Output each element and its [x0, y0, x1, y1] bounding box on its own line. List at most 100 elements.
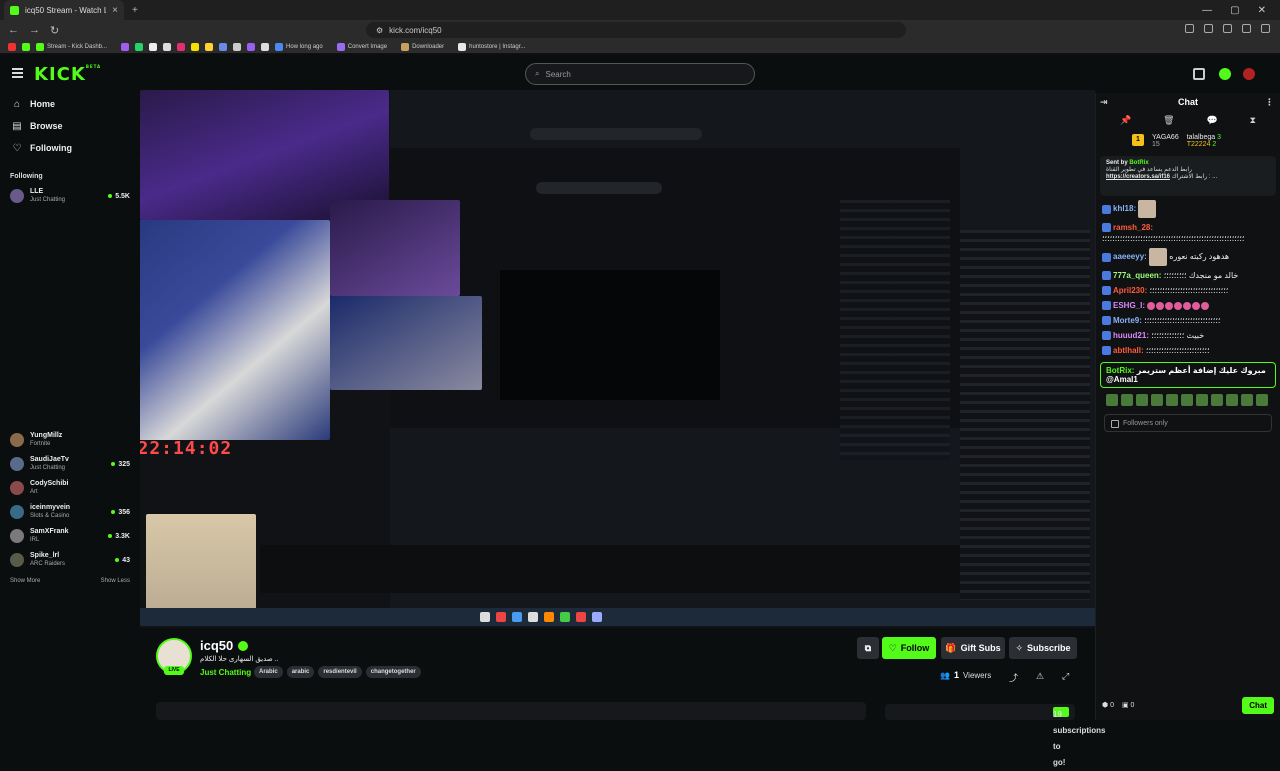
chat-message: ESHG_I: [1102, 300, 1274, 311]
kick-icon[interactable] [1219, 68, 1231, 80]
extension-icon[interactable] [1185, 24, 1194, 33]
bookmark-icon[interactable] [233, 42, 242, 51]
dashboard-icon[interactable] [1193, 68, 1205, 80]
bookmark-icon[interactable] [219, 42, 228, 51]
theater-mode-icon[interactable]: ⤢ [1062, 671, 1069, 682]
browser-tab[interactable]: icq50 Stream - Watch Live o × [4, 0, 124, 20]
chat-username[interactable]: huuud21: [1113, 331, 1149, 340]
menu-icon[interactable] [12, 68, 23, 78]
bookmark-icon[interactable] [121, 42, 130, 51]
new-tab-button[interactable]: + [132, 5, 138, 16]
chat-username[interactable]: 777a_queen: [1113, 271, 1161, 280]
channel-name[interactable]: icq50 [200, 638, 249, 653]
tag[interactable]: arabic [286, 666, 315, 678]
nav-following[interactable]: ♡ Following [0, 137, 140, 159]
bookmark-item[interactable]: How long ago [275, 42, 323, 51]
chat-username[interactable]: abtlhall: [1113, 346, 1144, 355]
points-icon[interactable]: ⬢ 0 [1102, 701, 1114, 709]
follow-button[interactable]: ♡ Follow [882, 637, 936, 659]
pinned-link[interactable]: https://creators.sa/if16 [1106, 174, 1170, 180]
following-item[interactable]: Spike_lrl ARC Raiders 43 [0, 548, 140, 572]
gift-icon[interactable]: ▣ 0 [1122, 701, 1134, 709]
popout-button[interactable]: ⧉ [857, 637, 879, 659]
chat-username[interactable]: Morte9: [1113, 316, 1142, 325]
search-input[interactable]: ⌕ Search [525, 63, 755, 85]
bookmark-icon[interactable] [247, 42, 256, 51]
chat-username[interactable]: April230: [1113, 286, 1147, 295]
maximize-button[interactable]: ▢ [1230, 5, 1239, 16]
close-window-button[interactable]: ✕ [1258, 5, 1266, 16]
leader-name[interactable]: talalbega [1187, 134, 1215, 141]
nav-home[interactable]: ⌂ Home [0, 93, 140, 115]
chat-message: aaeeeyy: هدهود ركبته نعوره [1102, 248, 1274, 266]
captured-inner-video [500, 270, 720, 400]
chat-footer: ⬢ 0 ▣ 0 Chat [1102, 696, 1274, 714]
trash-icon[interactable]: 🗑 [1163, 115, 1174, 126]
leader-count: 15 [1152, 141, 1160, 148]
badge-icon [1102, 301, 1111, 311]
tag[interactable]: resdientevil [318, 666, 362, 678]
more-icon[interactable]: ⋮ [1265, 93, 1274, 111]
kick-logo[interactable]: KICKBETA [34, 64, 101, 85]
bookmark-item[interactable]: huntostore | Instagr... [458, 42, 525, 51]
back-icon[interactable]: ← [8, 24, 19, 36]
video-player[interactable]: 52:22:14:02 [140, 90, 1095, 628]
instagram-icon[interactable] [177, 42, 186, 51]
streamer-category: IRL [30, 537, 40, 543]
stream-category[interactable]: Just Chatting [200, 668, 251, 677]
gift-subs-button[interactable]: 🎁 Gift Subs [941, 637, 1005, 659]
nav-browse[interactable]: ▤ Browse [0, 115, 140, 137]
tag[interactable]: Arabic [254, 666, 283, 678]
send-chat-button[interactable]: Chat [1242, 696, 1274, 714]
chat-username[interactable]: khl18: [1113, 204, 1136, 213]
following-item[interactable]: LLE Just Chatting 5.5K [0, 184, 140, 208]
pin-icon[interactable]: 📌 [1120, 115, 1131, 126]
bookmark-item[interactable]: Stream - Kick Dashb... [36, 42, 107, 51]
forward-icon[interactable]: → [29, 24, 40, 36]
subscribe-button[interactable]: ✧ Subscribe [1009, 637, 1077, 659]
minimize-button[interactable]: — [1202, 5, 1212, 16]
following-item[interactable]: SamXFrank IRL 3.3K [0, 524, 140, 548]
pinned-message[interactable]: Sent by BotRix رابط الدعم يساعد في تطوير… [1100, 156, 1276, 196]
url-field[interactable]: ⚙ kick.com/icq50 [366, 22, 906, 38]
following-item[interactable]: SaudiJaeTv Just Chatting 325 [0, 452, 140, 476]
close-tab-icon[interactable]: × [112, 5, 118, 16]
following-item[interactable]: CodySchibi Art [0, 476, 140, 500]
site-info-icon[interactable]: ⚙ [376, 26, 383, 35]
show-less-button[interactable]: Show Less [101, 578, 130, 584]
leader-name[interactable]: YAGA66 [1152, 134, 1179, 141]
bookmark-icon[interactable] [8, 42, 16, 51]
show-more-button[interactable]: Show More [10, 578, 40, 584]
chat-username[interactable]: ramsh_28: [1113, 223, 1153, 232]
chat-username[interactable]: aaeeeyy: [1113, 252, 1147, 261]
following-item[interactable]: iceinmyvein Slots & Casino 356 [0, 500, 140, 524]
bookmark-item[interactable]: Downloader [401, 42, 444, 51]
extension-icon[interactable] [1204, 24, 1213, 33]
tiktok-icon[interactable] [163, 42, 172, 51]
collapse-chat-icon[interactable]: ⇥ [1100, 93, 1108, 111]
badge-icon [1102, 331, 1111, 341]
subs-goal-banner: 19 subscriptions to go! [885, 704, 1105, 767]
extension-icon[interactable] [1223, 24, 1232, 33]
hourglass-icon[interactable]: ⧗ [1250, 115, 1256, 126]
report-icon[interactable]: ⚠ [1036, 671, 1044, 682]
snapchat-icon[interactable] [191, 42, 200, 51]
profile-avatar[interactable] [1243, 68, 1255, 80]
bookmark-icon[interactable] [22, 42, 30, 51]
tag[interactable]: changetogether [365, 666, 421, 678]
reload-icon[interactable]: ↻ [50, 24, 59, 37]
extension-icon[interactable] [1242, 24, 1251, 33]
bookmark-item[interactable]: Convert Image [336, 42, 387, 51]
chat-input[interactable]: Followers only [1104, 414, 1272, 432]
following-item[interactable]: YungMillz Fortnite [0, 428, 140, 452]
x-icon[interactable] [149, 42, 158, 51]
chat-username[interactable]: ESHG_I: [1113, 301, 1145, 310]
whatsapp-icon[interactable] [135, 42, 144, 51]
bookmark-icon[interactable] [205, 42, 214, 51]
streamer-category: Just Chatting [30, 465, 66, 471]
bookmark-icon[interactable] [261, 42, 270, 51]
menu-icon[interactable] [1261, 24, 1270, 33]
leader-name[interactable]: T22224 [1187, 141, 1211, 148]
share-icon[interactable]: ⤴ [1009, 671, 1018, 684]
chat-bubble-icon[interactable]: 💬 [1207, 115, 1218, 126]
